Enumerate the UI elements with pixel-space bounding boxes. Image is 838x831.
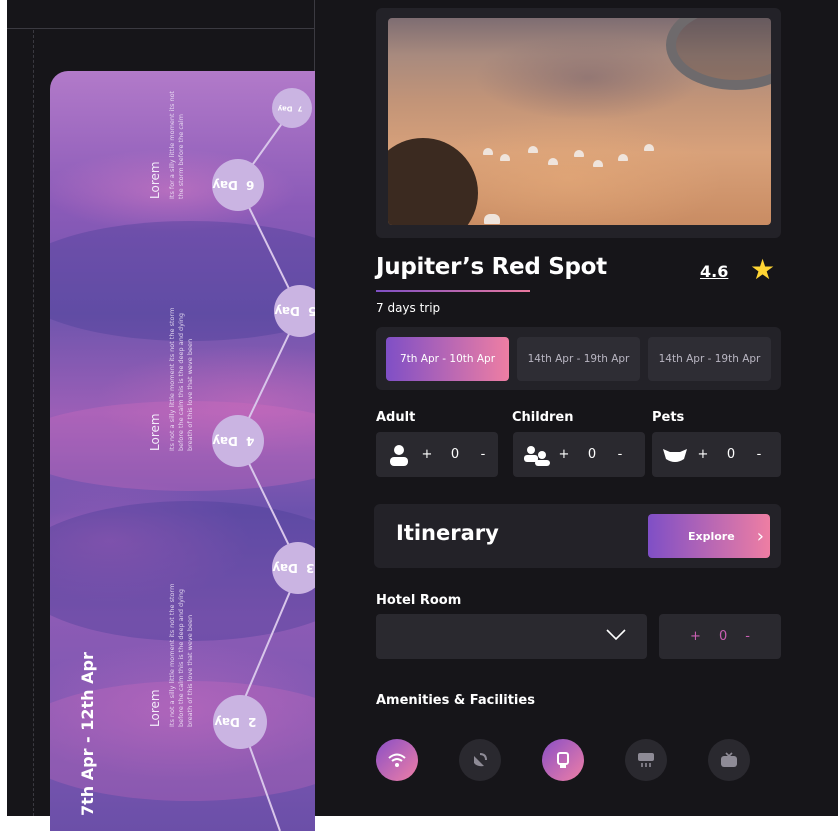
timeline-day-node[interactable]: Day 7 (272, 88, 312, 128)
amenity-wifi-button[interactable] (376, 739, 418, 781)
timeline-day-node[interactable]: Day 3 (272, 542, 315, 594)
decrement-button[interactable]: - (469, 447, 497, 462)
children-counter: + 0 - (513, 432, 645, 477)
pets-counter: + 0 - (652, 432, 781, 477)
pets-count: 0 (726, 447, 736, 462)
date-option-button[interactable]: 14th Apr - 19th Apr (517, 337, 640, 381)
date-options: 7th Apr - 10th Apr 14th Apr - 19th Apr 1… (376, 327, 781, 390)
day-number: 5 (300, 304, 315, 318)
itinerary-timeline-panel: Day7 Day6 Day5 Day4 Day3 Day2 Lorem Its … (50, 71, 315, 831)
dome-shape (528, 146, 538, 153)
dome-shape (593, 160, 603, 167)
children-icon (522, 444, 550, 466)
hotel-room-select[interactable] (376, 614, 647, 659)
decrement-button[interactable]: - (745, 447, 773, 462)
amenity-satellite-button[interactable] (459, 739, 501, 781)
explore-label: Explore (688, 529, 735, 543)
chevron-right-icon: › (756, 525, 764, 547)
itinerary-section: Itinerary Explore › (374, 504, 781, 568)
hotel-room-count: 0 (718, 629, 728, 644)
pet-icon (661, 445, 689, 465)
day-number: 7 (296, 104, 302, 113)
day-number: 3 (306, 561, 315, 576)
day-label: Day (272, 561, 299, 576)
hotel-room-counter: + 0 - (659, 614, 781, 659)
day-number: 2 (248, 715, 257, 730)
itinerary-title: Itinerary (396, 521, 499, 545)
day-label: Day (212, 178, 239, 193)
adult-counter: + 0 - (376, 432, 498, 477)
pets-label: Pets (652, 410, 685, 425)
increment-button[interactable]: + (690, 629, 701, 644)
timeline-day-node[interactable]: Day 6 (212, 159, 264, 211)
increment-button[interactable]: + (550, 447, 578, 462)
divider (7, 28, 315, 29)
timeline-day-node[interactable]: Day 4 (212, 415, 264, 467)
destination-hero-card (376, 8, 781, 238)
dome-shape (644, 144, 654, 151)
day-number: 4 (246, 434, 255, 449)
timeline-day-node[interactable]: Day 2 (213, 695, 267, 749)
space-station-shape (666, 18, 771, 90)
trip-length: 7 days trip (376, 301, 441, 315)
date-option-button[interactable]: 7th Apr - 10th Apr (386, 337, 509, 381)
day-label: Day (274, 304, 301, 319)
air-conditioner-icon (638, 753, 654, 767)
rock-shape (388, 138, 478, 225)
day-label: Day (214, 715, 241, 730)
children-count: 0 (587, 447, 597, 462)
dome-shape (483, 148, 493, 155)
shower-icon (557, 752, 569, 768)
tv-icon (721, 752, 737, 767)
day-number: 6 (246, 178, 255, 193)
adult-count: 0 (450, 447, 460, 462)
satellite-dish-icon (474, 753, 487, 767)
day-label: Day (212, 434, 239, 449)
dome-shape (484, 214, 500, 224)
person-icon (385, 444, 413, 466)
adult-label: Adult (376, 410, 416, 425)
day-note-title: Lorem (148, 413, 162, 451)
destination-title: Jupiter’s Red Spot (376, 254, 607, 280)
trip-date-range: 7th Apr - 12th Apr (78, 652, 97, 816)
dome-shape (618, 154, 628, 161)
dome-shape (548, 158, 558, 165)
increment-button[interactable]: + (689, 447, 717, 462)
chevron-down-icon (606, 629, 626, 641)
increment-button[interactable]: + (413, 447, 441, 462)
amenity-ac-button[interactable] (625, 739, 667, 781)
destination-image (388, 18, 771, 225)
amenities-label: Amenities & Facilities (376, 693, 535, 708)
hotel-room-label: Hotel Room (376, 593, 462, 608)
guide-line (33, 30, 34, 816)
day-note-body: Its for a silly little moment its not th… (168, 90, 185, 199)
children-label: Children (512, 410, 574, 425)
decrement-button[interactable]: - (606, 447, 634, 462)
title-underline (376, 290, 530, 292)
decrement-button[interactable]: - (745, 629, 750, 644)
day-label: Day (277, 104, 293, 113)
amenity-tv-button[interactable] (708, 739, 750, 781)
wifi-icon (388, 753, 406, 767)
amenity-shower-button[interactable] (542, 739, 584, 781)
rating-value: 4.6 (700, 262, 729, 281)
dome-shape (500, 154, 510, 161)
day-note-title: Lorem (148, 161, 162, 199)
date-option-button[interactable]: 14th Apr - 19th Apr (648, 337, 771, 381)
star-icon: ★ (750, 253, 776, 286)
day-note-body: Its not a silly little moment its not th… (168, 307, 194, 451)
dome-shape (574, 150, 584, 157)
day-note-title: Lorem (148, 689, 162, 727)
day-note-body: Its not a silly little moment its not th… (168, 583, 194, 727)
explore-button[interactable]: Explore › (648, 514, 770, 558)
